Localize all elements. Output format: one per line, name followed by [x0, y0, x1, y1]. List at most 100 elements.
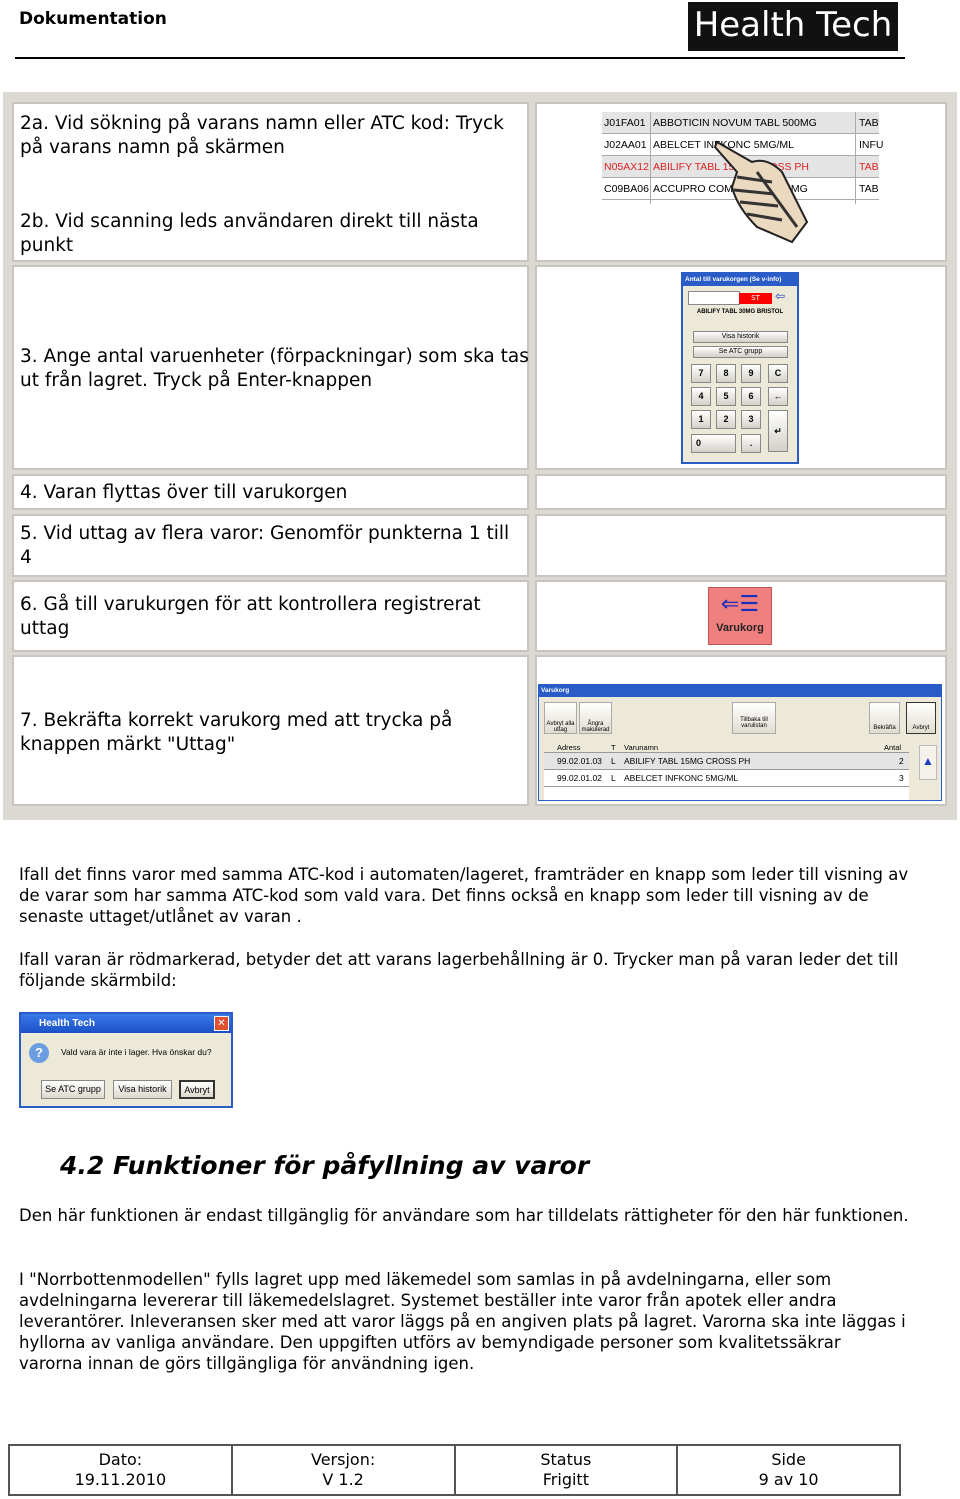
key-2[interactable]: 2: [716, 410, 736, 429]
footer-date-label: Dato:: [98, 1450, 143, 1469]
product-form: TAB: [859, 117, 879, 129]
key-4[interactable]: 4: [691, 387, 711, 406]
step-4-text: 4. Varan flyttas över till varukorgen: [20, 482, 348, 503]
product-form: INFU: [859, 139, 884, 151]
step-4-image-cell: [535, 474, 947, 510]
key-clear[interactable]: C: [768, 364, 788, 383]
footer-version: V 1.2: [322, 1470, 364, 1489]
document-footer-table: Dato: 19.11.2010 Versjon: V 1.2 Status Frig…: [8, 1444, 901, 1496]
out-of-stock-dialog: Health Tech ✕ ? Vald vara är inte i lage…: [19, 1012, 233, 1108]
show-history-button[interactable]: Visa historik: [113, 1080, 172, 1099]
product-form: TAB: [859, 161, 879, 173]
footer-date: 19.11.2010: [74, 1470, 167, 1489]
section-paragraph-2: I "Norrbottenmodellen" fylls lagret upp …: [19, 1270, 906, 1373]
section-heading: 4.2 Funktioner för påfyllning av varor: [60, 1151, 590, 1180]
footer-version-label: Versjon:: [311, 1450, 376, 1469]
step-5-image-cell: [535, 514, 947, 577]
key-8[interactable]: 8: [716, 364, 736, 383]
product-name: ABILIFY TABL 30MG BRISTOL: [696, 309, 784, 315]
key-9[interactable]: 9: [741, 364, 761, 383]
key-7[interactable]: 7: [691, 364, 711, 383]
column-divider: [650, 112, 651, 204]
back-to-list-button[interactable]: Tillbaka till varulistan: [732, 702, 776, 734]
key-3[interactable]: 3: [741, 410, 761, 429]
quantity-keypad-window: Antal till varukorgen (Se v-info) ST ⇦ A…: [681, 272, 799, 464]
cancel-button[interactable]: Avbryt: [906, 702, 936, 734]
dialog-title: Health Tech: [21, 1014, 231, 1033]
exit-door-icon[interactable]: ⇦: [775, 289, 793, 306]
product-row[interactable]: J01FA01 ABBOTICIN NOVUM TABL 500MG TAB: [602, 112, 879, 134]
varukorg-title: Varukorg: [539, 685, 941, 697]
quantity: 3: [899, 773, 904, 783]
type: L: [611, 756, 616, 766]
document-header-title: Dokumentation: [19, 9, 167, 29]
key-decimal[interactable]: .: [741, 434, 761, 453]
atc-code: J02AA01: [604, 139, 647, 151]
key-5[interactable]: 5: [716, 387, 736, 406]
scroll-up-icon[interactable]: ▲: [919, 745, 937, 780]
close-icon[interactable]: ✕: [214, 1016, 229, 1031]
keypad-title: Antal till varukorgen (Se v-info): [683, 274, 797, 286]
confirm-button[interactable]: Bekräfta: [869, 702, 900, 734]
step-6-cell: 6. Gå till varukurgen för att kontroller…: [12, 580, 529, 652]
basket-row[interactable]: 99.02.01.02 L ABELCET INFKONC 5MG/ML 3: [544, 770, 909, 787]
step-6-text: 6. Gå till varukurgen för att kontroller…: [20, 594, 481, 639]
atc-code: C09BA06: [604, 183, 649, 195]
quantity: 2: [899, 756, 904, 766]
paragraph-red-marked: Ifall varan är rödmarkerad, betyder det …: [19, 950, 899, 990]
pointing-hand-icon: [713, 140, 809, 244]
step-3-text: 3. Ange antal varuenheter (förpackningar…: [20, 346, 529, 391]
key-0[interactable]: 0: [691, 434, 736, 453]
atc-code: J01FA01: [604, 117, 646, 129]
header-divider: [15, 57, 905, 59]
footer-status-label: Status: [540, 1450, 592, 1469]
adress: 99.02.01.03: [557, 756, 602, 766]
col-varunamn[interactable]: Varunamn: [624, 742, 658, 753]
basket-list-icon: ⇐☰: [720, 592, 760, 617]
footer-page: 9 av 10: [758, 1470, 819, 1489]
step-7-cell: 7. Bekräfta korrekt varukorg med att try…: [12, 655, 529, 806]
grid-header: Adress T Varunamn Antal: [544, 742, 909, 753]
step-5-cell: 5. Vid uttag av flera varor: Genomför pu…: [12, 514, 529, 577]
footer-status: Frigitt: [542, 1470, 589, 1489]
product-name: ABBOTICIN NOVUM TABL 500MG: [653, 117, 817, 129]
step-5-text: 5. Vid uttag av flera varor: Genomför pu…: [20, 523, 510, 568]
undo-discarded-button[interactable]: Ångra makulerad: [579, 702, 612, 734]
section-paragraph-1: Den här funktionen är endast tillgänglig…: [19, 1206, 909, 1225]
varukorg-button[interactable]: ⇐☰ Varukorg: [708, 587, 772, 645]
unit-label: ST: [739, 293, 772, 304]
product-name: ABILIFY TABL 15MG CROSS PH: [624, 756, 751, 766]
product-form: TAB: [859, 183, 879, 195]
key-6[interactable]: 6: [741, 387, 761, 406]
key-backspace[interactable]: ←: [768, 387, 788, 406]
column-divider: [855, 112, 856, 204]
question-icon: ?: [29, 1043, 49, 1063]
quantity-input[interactable]: [688, 291, 740, 305]
basket-row[interactable]: 99.02.01.03 L ABILIFY TABL 15MG CROSS PH…: [544, 753, 909, 770]
step-2b-text: 2b. Vid scanning leds användaren direkt …: [20, 211, 479, 256]
footer-page-label: Side: [771, 1450, 806, 1469]
key-1[interactable]: 1: [691, 410, 711, 429]
atc-group-button[interactable]: Se ATC grupp: [41, 1080, 105, 1099]
atc-code: N05AX12: [604, 161, 649, 173]
step-7-text: 7. Bekräfta korrekt varukorg med att try…: [20, 710, 453, 755]
col-antal[interactable]: Antal: [884, 742, 901, 753]
step-2-cell: 2a. Vid sökning på varans namn eller ATC…: [12, 102, 529, 262]
step-4-cell: 4. Varan flyttas över till varukorgen: [12, 474, 529, 510]
step-2a-text: 2a. Vid sökning på varans namn eller ATC…: [20, 113, 504, 158]
dialog-message: Vald vara är inte i lager. Hva önskar du…: [61, 1047, 212, 1057]
cancel-all-button[interactable]: Avbryt alla uttag: [544, 702, 577, 734]
paragraph-atc-info: Ifall det finns varor med samma ATC-kod …: [19, 865, 909, 926]
col-t[interactable]: T: [611, 742, 616, 753]
product-name: ABELCET INFKONC 5MG/ML: [624, 773, 739, 783]
adress: 99.02.01.02: [557, 773, 602, 783]
varukorg-window: Varukorg Avbryt alla uttag Ångra makuler…: [538, 684, 942, 801]
show-history-button[interactable]: Visa historik: [693, 331, 788, 343]
col-adress[interactable]: Adress: [557, 742, 580, 753]
varukorg-button-label: Varukorg: [716, 622, 764, 634]
step-3-cell: 3. Ange antal varuenheter (förpackningar…: [12, 265, 529, 470]
cancel-button[interactable]: Avbryt: [179, 1080, 215, 1099]
key-enter[interactable]: ↵: [768, 410, 788, 452]
atc-group-button[interactable]: Se ATC grupp: [693, 346, 788, 358]
health-tech-logo: Health Tech: [688, 2, 898, 51]
